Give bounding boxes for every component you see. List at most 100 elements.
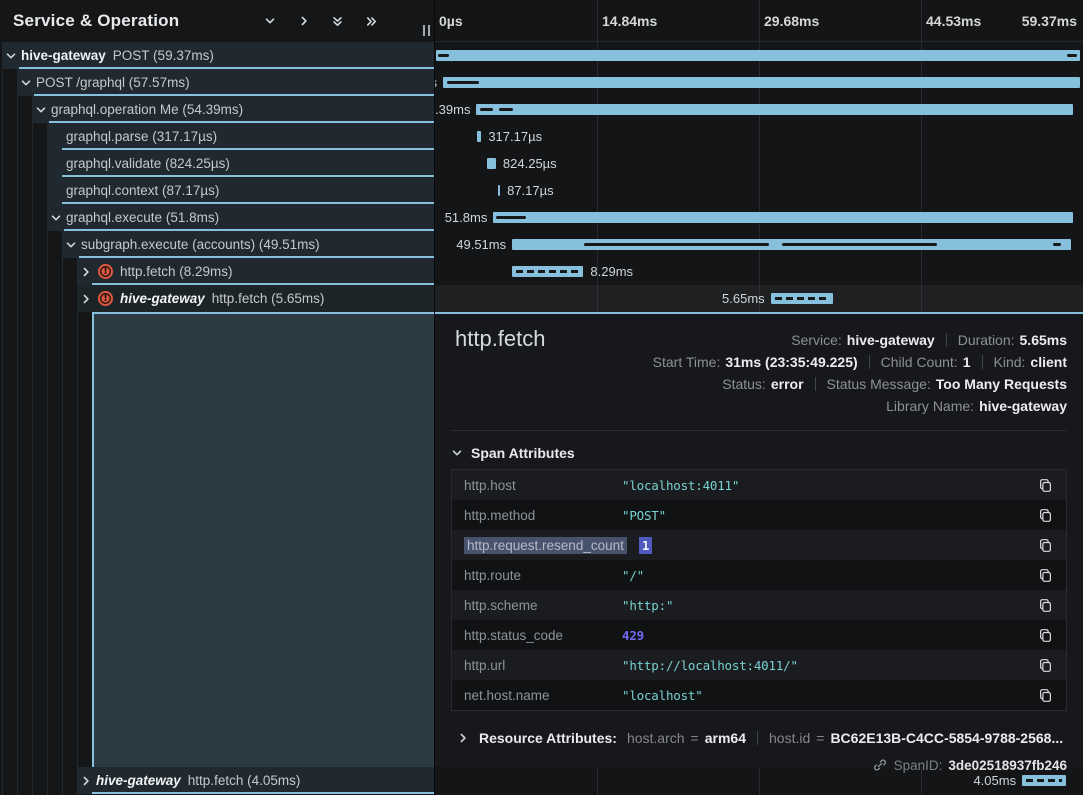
bar-duration-label: 51.8ms	[445, 204, 488, 231]
resource-attribute-key: host.id	[769, 730, 810, 746]
timeline-row[interactable]: 57.57ms	[435, 69, 1083, 96]
tree-row[interactable]: ! hive-gateway POST (59.37ms)	[0, 42, 434, 69]
tree-row[interactable]: ! POST /graphql (57.57ms)	[0, 69, 434, 96]
copy-icon[interactable]	[1036, 506, 1054, 524]
copy-icon[interactable]	[1036, 626, 1054, 644]
copy-icon[interactable]	[1036, 596, 1054, 614]
meta-value: Too Many Requests	[936, 376, 1067, 392]
bar-duration-label: 317.17µs	[488, 123, 542, 150]
bar-child-mark	[1053, 243, 1061, 246]
span-duration-bar[interactable]	[493, 212, 1073, 223]
meta-label: Service:	[791, 332, 842, 348]
bar-child-mark	[782, 243, 938, 246]
span-duration-bar[interactable]	[436, 50, 1079, 61]
chevron-down-icon[interactable]	[19, 76, 33, 90]
tree-row[interactable]: ! graphql.operation Me (54.39ms)	[0, 96, 434, 123]
resource-attributes-toggle[interactable]: Resource Attributes: host.arch=arm64host…	[451, 727, 1067, 749]
meta-label: Start Time:	[653, 354, 721, 370]
bar-duration-label: 49.51ms	[456, 231, 506, 258]
tree-row[interactable]: ! http.fetch (8.29ms)	[0, 258, 434, 285]
tree-toolbar	[261, 13, 380, 30]
service-name: hive-gateway	[96, 773, 181, 788]
timeline-row[interactable]: 8.29ms	[435, 258, 1083, 285]
copy-icon[interactable]	[1036, 476, 1054, 494]
time-axis-tick-label: 14.84ms	[602, 0, 657, 42]
panel-resize-handle[interactable]	[423, 25, 430, 36]
meta-line: Service:hive-gatewayDuration:5.65ms	[791, 329, 1067, 350]
tree-row[interactable]: ! graphql.execute (51.8ms)	[0, 204, 434, 231]
span-label: graphql.validate (824.25µs)	[66, 156, 230, 171]
span-detail-panel: http.fetch Service:hive-gatewayDuration:…	[435, 312, 1083, 767]
timeline-row[interactable]: 824.25µs	[435, 150, 1083, 177]
span-duration-bar[interactable]	[771, 293, 833, 304]
timeline-panel: 0µs14.84ms29.68ms44.53ms59.37ms 57.57ms …	[435, 0, 1083, 795]
expand-one-level-icon[interactable]	[295, 13, 312, 30]
tree-row[interactable]: ! graphql.context (87.17µs)	[0, 177, 434, 204]
expand-all-icon[interactable]	[363, 13, 380, 30]
span-duration-bar[interactable]	[477, 131, 481, 142]
chevron-icon[interactable]	[49, 157, 63, 171]
attribute-value: "POST"	[622, 508, 1028, 523]
chevron-right-icon[interactable]	[79, 265, 93, 279]
link-icon[interactable]	[873, 758, 888, 773]
attribute-value: "localhost:4011"	[622, 478, 1028, 493]
collapse-one-level-icon[interactable]	[261, 13, 278, 30]
span-label: POST (59.37ms)	[113, 48, 214, 63]
span-label: graphql.operation Me (54.39ms)	[51, 102, 243, 117]
timeline-row[interactable]: 87.17µs	[435, 177, 1083, 204]
chevron-down-icon[interactable]	[4, 49, 18, 63]
attribute-row: http.method "POST"	[452, 500, 1066, 530]
copy-icon[interactable]	[1036, 656, 1054, 674]
chevron-right-icon	[457, 732, 469, 744]
chevron-right-icon[interactable]	[79, 292, 93, 306]
chevron-icon[interactable]	[49, 184, 63, 198]
chevron-icon[interactable]	[49, 130, 63, 144]
copy-icon[interactable]	[1036, 686, 1054, 704]
span-attributes-toggle[interactable]: Span Attributes	[451, 443, 1067, 463]
span-label: subgraph.execute (accounts) (49.51ms)	[81, 237, 320, 252]
span-duration-bar[interactable]	[476, 104, 1073, 115]
time-axis-header: 0µs14.84ms29.68ms44.53ms59.37ms	[435, 0, 1083, 42]
vertical-divider	[982, 355, 983, 369]
meta-value: client	[1030, 354, 1067, 370]
time-axis-tick-label: 0µs	[439, 0, 463, 42]
span-label: graphql.execute (51.8ms)	[66, 210, 219, 225]
attribute-row: net.host.name "localhost"	[452, 680, 1066, 710]
timeline-row[interactable]: 54.39ms	[435, 96, 1083, 123]
span-duration-bar[interactable]	[1022, 775, 1066, 786]
span-duration-bar[interactable]	[498, 185, 500, 196]
span-label: graphql.context (87.17µs)	[66, 183, 219, 198]
timeline-row[interactable]: 5.65ms	[435, 285, 1083, 312]
tree-row[interactable]: ! graphql.validate (824.25µs)	[0, 150, 434, 177]
bar-child-mark	[584, 243, 769, 246]
attribute-key: http.route	[464, 568, 622, 583]
meta-line: Status:errorStatus Message:Too Many Requ…	[722, 373, 1067, 394]
tree-row[interactable]: ! graphql.parse (317.17µs)	[0, 123, 434, 150]
tree-row[interactable]: ! hive-gateway http.fetch (4.05ms)	[0, 767, 434, 794]
chevron-right-icon[interactable]	[79, 774, 93, 788]
panel-title: Service & Operation	[13, 11, 261, 31]
bar-duration-label: 5.65ms	[722, 285, 765, 312]
meta-value: error	[771, 376, 804, 392]
tree-row[interactable]: ! subgraph.execute (accounts) (49.51ms)	[0, 231, 434, 258]
span-duration-bar[interactable]	[512, 266, 583, 277]
bar-duration-label: 54.39ms	[435, 96, 470, 123]
service-name: hive-gateway	[120, 291, 205, 306]
span-duration-bar[interactable]	[443, 77, 1080, 88]
chevron-down-icon[interactable]	[49, 211, 63, 225]
copy-icon[interactable]	[1036, 536, 1054, 554]
meta-value: 1	[963, 354, 971, 370]
copy-icon[interactable]	[1036, 566, 1054, 584]
chevron-down-icon[interactable]	[34, 103, 48, 117]
span-duration-bar[interactable]	[487, 158, 496, 169]
collapse-all-icon[interactable]	[329, 13, 346, 30]
timeline-row[interactable]: 51.8ms	[435, 204, 1083, 231]
tree-row[interactable]: ! hive-gateway http.fetch (5.65ms)	[0, 285, 434, 312]
timeline-row[interactable]: 49.51ms	[435, 231, 1083, 258]
timeline-row[interactable]	[435, 42, 1083, 69]
chevron-down-icon	[451, 447, 463, 459]
tree-panel-header: Service & Operation	[0, 0, 434, 42]
chevron-down-icon[interactable]	[64, 238, 78, 252]
timeline-row[interactable]: 317.17µs	[435, 123, 1083, 150]
detail-header: http.fetch Service:hive-gatewayDuration:…	[451, 314, 1067, 416]
